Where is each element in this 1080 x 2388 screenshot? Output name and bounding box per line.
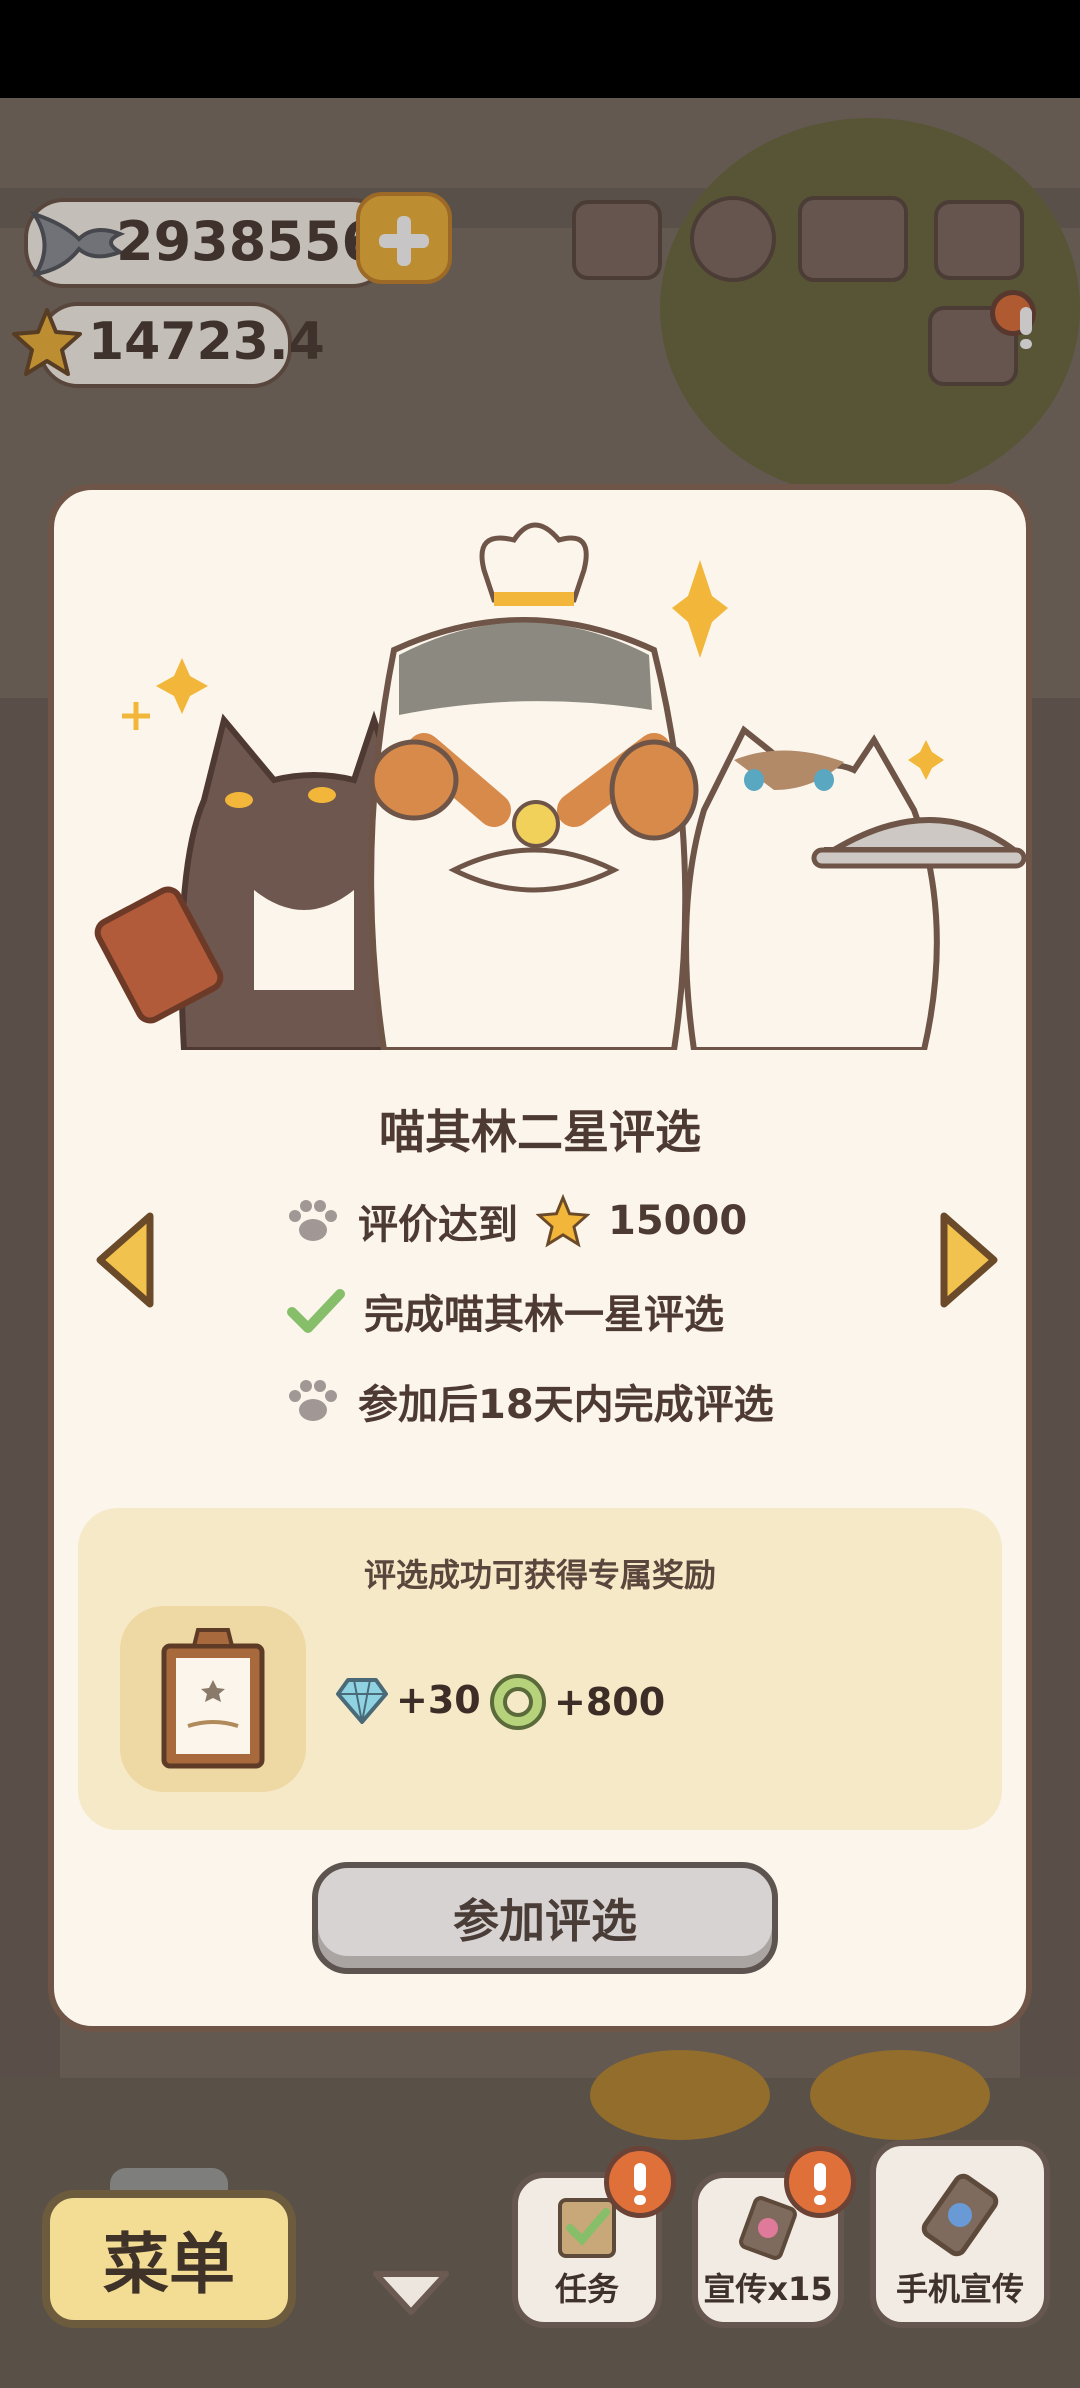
diamond-icon <box>336 1678 388 1724</box>
phone-icon <box>921 2173 999 2257</box>
requirement-time-limit: 参加后18天内完成评选 <box>286 1372 774 1430</box>
reward-panel: 评选成功可获得专属奖励 +30 +800 <box>78 1508 1002 1830</box>
chef-cats-illustration <box>94 522 1026 1050</box>
reward-frame-slot <box>120 1606 306 1792</box>
promotion-alert-badge <box>784 2146 856 2218</box>
coin-ring-icon <box>490 1674 546 1730</box>
menu-button[interactable]: 菜单 <box>42 2190 296 2328</box>
reward-coin-amount: +800 <box>554 1680 666 1724</box>
tasks-alert-badge <box>604 2146 676 2218</box>
requirement-previous-star: 完成喵其林一星评选 <box>286 1282 724 1340</box>
check-icon <box>287 1289 345 1333</box>
dialog-title: 喵其林二星评选 <box>379 1105 701 1159</box>
paw-icon <box>289 1200 337 1241</box>
paw-icon <box>289 1380 337 1421</box>
requirement-rating-value: 15000 <box>608 1198 748 1244</box>
tasks-label: 任务 <box>554 2270 619 2308</box>
phone-promotion-button[interactable]: 手机宣传 <box>870 2140 1050 2328</box>
star-icon <box>536 1194 590 1248</box>
collapse-arrow-button[interactable] <box>370 2266 452 2318</box>
reward-coin: +800 <box>488 1672 665 1732</box>
michelin-selection-dialog: 喵其林二星评选 评价达到 15000 完成喵其林一星评选 参加后18天内完成评选 <box>48 484 1032 2032</box>
requirement-previous-star-label: 完成喵其林一星评选 <box>364 1292 724 1338</box>
promotion-label: 宣传x15 <box>703 2270 833 2308</box>
requirement-time-limit-label: 参加后18天内完成评选 <box>358 1382 774 1428</box>
next-arrow-button[interactable] <box>934 1208 1004 1312</box>
requirement-rating: 评价达到 15000 <box>286 1192 747 1250</box>
reward-diamond-amount: +30 <box>396 1678 481 1722</box>
prev-arrow-button[interactable] <box>90 1208 160 1312</box>
reward-title: 评选成功可获得专属奖励 <box>363 1556 716 1594</box>
requirement-rating-label: 评价达到 <box>358 1202 518 1248</box>
join-selection-button[interactable]: 参加评选 <box>312 1862 778 1974</box>
reward-diamond: +30 <box>334 1674 481 1726</box>
phone-promotion-label: 手机宣传 <box>895 2270 1024 2308</box>
certificate-frame-icon <box>161 1628 265 1769</box>
